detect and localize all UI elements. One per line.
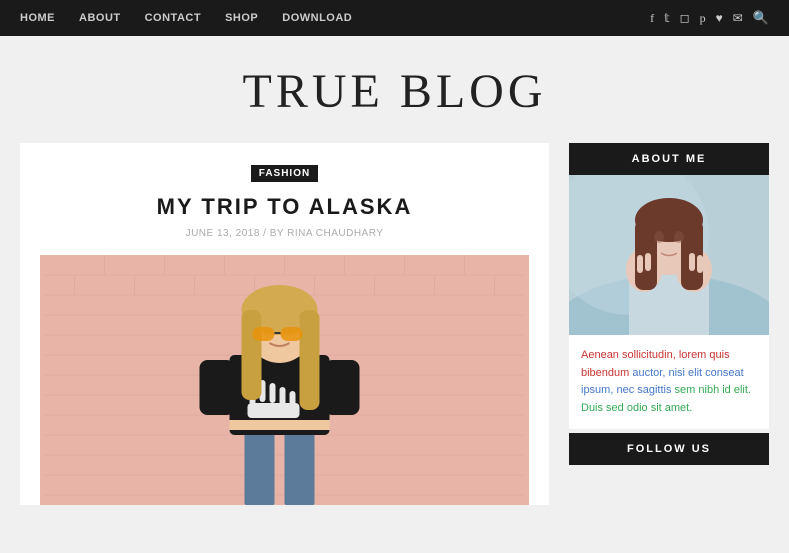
main-layout: FASHION MY TRIP TO ALASKA JUNE 13, 2018 … [0,143,789,525]
content-area: FASHION MY TRIP TO ALASKA JUNE 13, 2018 … [20,143,549,505]
nav-item-download[interactable]: DOWNLOAD [282,12,352,24]
nav-item-contact[interactable]: CONTACT [145,12,201,24]
nav-item-about[interactable]: ABOUT [79,12,121,24]
nav-item-shop[interactable]: SHOP [225,12,258,24]
about-widget-title: ABOUT ME [569,143,769,175]
post-title: MY TRIP TO ALASKA [40,194,529,220]
follow-widget-title: FOLLOW US [569,433,769,465]
nav-links: HOME ABOUT CONTACT SHOP DOWNLOAD [20,12,352,24]
pinterest-icon[interactable]: p [700,11,706,26]
about-text-content: Aenean sollicitudin, lorem quis bibendum… [581,349,751,414]
post-header: FASHION [40,163,529,194]
post-image-svg [40,255,529,505]
about-image [569,175,769,335]
site-title: TRUE BLOG [0,64,789,119]
follow-widget: FOLLOW US [569,433,769,465]
post-meta: JUNE 13, 2018 / BY RINA CHAUDHARY [40,228,529,239]
about-widget: ABOUT ME [569,143,769,429]
facebook-icon[interactable]: f [650,11,654,26]
navigation: HOME ABOUT CONTACT SHOP DOWNLOAD f 𝕥 ◻ p… [0,0,789,36]
nav-social: f 𝕥 ◻ p ♥ ✉ 🔍 [650,10,769,26]
nav-item-home[interactable]: HOME [20,12,55,24]
about-description: Aenean sollicitudin, lorem quis bibendum… [569,335,769,429]
twitter-icon[interactable]: 𝕥 [664,11,670,26]
search-icon[interactable]: 🔍 [753,10,769,26]
about-person-svg [569,175,769,335]
instagram-icon[interactable]: ◻ [680,11,690,26]
heart-icon[interactable]: ♥ [716,11,723,26]
site-header: TRUE BLOG [0,36,789,143]
post-image [40,255,529,505]
sidebar: ABOUT ME [569,143,769,505]
email-icon[interactable]: ✉ [733,11,743,26]
post-category[interactable]: FASHION [251,165,318,182]
